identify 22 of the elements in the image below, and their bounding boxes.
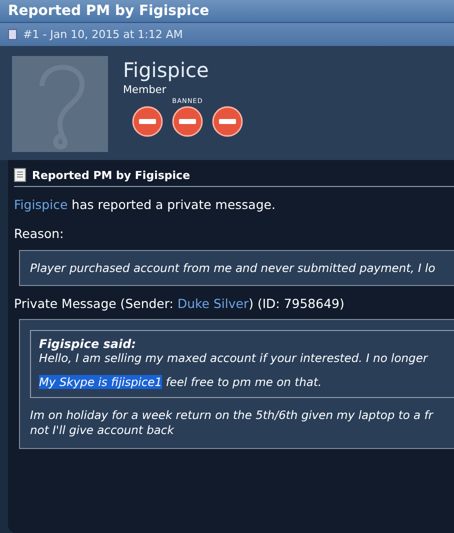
quote-author: Figispice said: xyxy=(39,337,138,351)
ban-icon xyxy=(212,106,243,137)
post-header: #1 - Jan 10, 2015 at 1:12 AM xyxy=(23,28,183,41)
avatar-placeholder-icon xyxy=(12,56,108,152)
sender-link[interactable]: Duke Silver xyxy=(177,296,249,311)
document-icon xyxy=(8,29,17,40)
ban-icon xyxy=(132,106,163,137)
window-title: Reported PM by Figispice xyxy=(0,0,454,23)
reason-label: Reason: xyxy=(14,226,65,241)
quote-text: feel free to pm me on that. xyxy=(164,375,322,389)
username[interactable]: Figispice xyxy=(123,58,243,82)
user-title: Member xyxy=(123,84,168,96)
report-heading: Reported PM by Figispice xyxy=(32,168,190,182)
private-message-label: Private Message (Sender: Duke Silver) (ID: 7958649) xyxy=(14,296,346,311)
ban-icon xyxy=(172,106,203,137)
report-sentence: Figispice has reported a private message. xyxy=(14,197,276,212)
message-text: Im on holiday for a week return on the 5th/6th given my laptop to a fr not I'll give account back xyxy=(30,408,434,438)
quote-text: Hello, I am selling my maxed account if your interested. I no longer xyxy=(39,351,430,365)
document-icon xyxy=(14,168,26,182)
user-link[interactable]: Figispice xyxy=(14,197,68,212)
reason-text: Player purchased account from me and never submitted payment, I lo xyxy=(19,250,454,286)
selected-text: My Skype is fijispice1 xyxy=(39,375,162,389)
